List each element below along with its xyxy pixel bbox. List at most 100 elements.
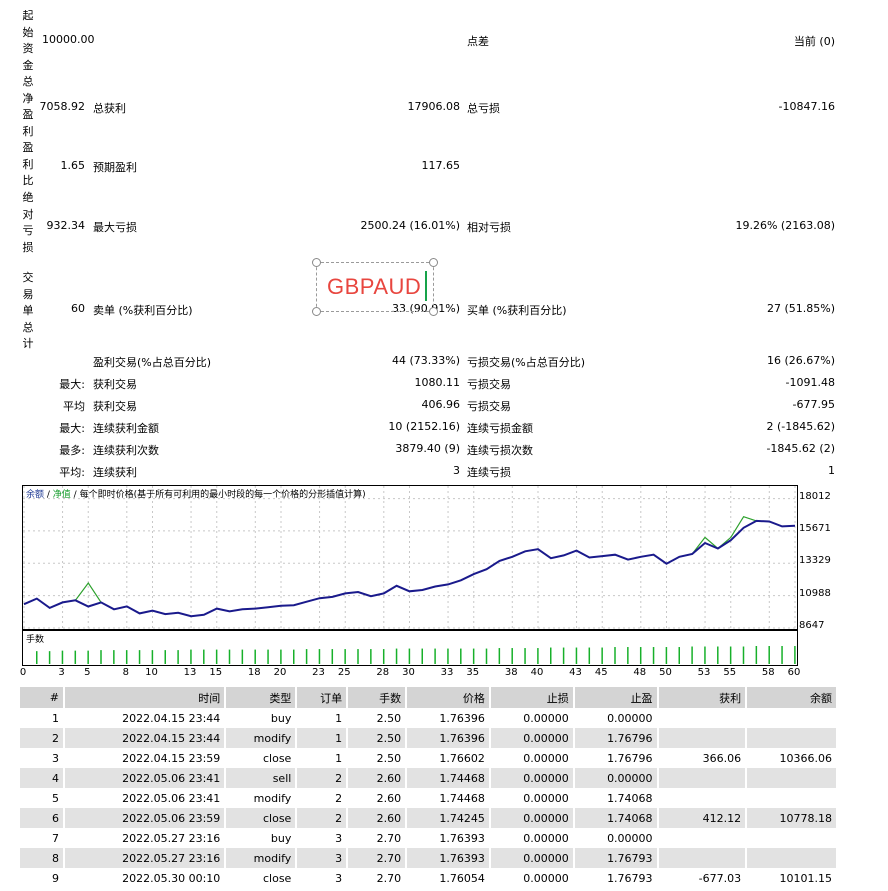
table-row[interactable]: 2 2022.04.15 23:44 modify 1 2.50 1.76396 0.000…	[20, 728, 838, 748]
annotation-text[interactable]: GBPAUD	[327, 274, 421, 300]
x-tick-label: 28	[376, 667, 390, 678]
x-tick-label: 48	[633, 667, 647, 678]
x-tick-label: 23	[312, 667, 325, 678]
profit-factor-label: 盈利比	[22, 141, 34, 187]
cell-order: 2	[296, 788, 349, 808]
cell-order: 2	[296, 808, 349, 828]
table-row[interactable]: 1 2022.04.15 23:44 buy 1 2.50 1.76396 0.00000 0…	[20, 708, 838, 728]
volume-bar	[729, 646, 732, 664]
resize-handle-top-right[interactable]	[429, 258, 438, 267]
x-tick-label: 55	[723, 667, 737, 678]
volume-bar	[305, 649, 308, 664]
resize-handle-top-left[interactable]	[312, 258, 321, 267]
table-row[interactable]: 8 2022.05.27 23:16 modify 3 2.70 1.76393 0.000…	[20, 848, 838, 868]
loss-trades-label: 亏损交易(%占总百分比)	[467, 356, 586, 369]
table-row[interactable]: 6 2022.05.06 23:59 close 2 2.60 1.74245 0.0000…	[20, 808, 838, 828]
start-capital-label: 起始资金	[22, 9, 34, 72]
volume-bar	[652, 647, 655, 664]
expected-payoff-label: 预期盈利	[93, 161, 137, 174]
volume-bar	[331, 649, 334, 664]
volume-bar	[125, 650, 128, 664]
cell-profit: 412.12	[657, 808, 748, 828]
volume-bar	[408, 648, 411, 664]
col-header-size[interactable]: 手数	[347, 687, 408, 708]
volume-bar	[665, 647, 668, 664]
x-tick-label: 50	[659, 667, 672, 678]
profit-factor-value: 1.65	[60, 159, 86, 172]
volume-bar	[48, 651, 51, 664]
col-header-profit[interactable]: 获利	[657, 687, 748, 708]
cell-take-profit: 1.76796	[573, 748, 659, 768]
x-tick-label: 0	[19, 667, 27, 678]
cell-type: close	[225, 808, 298, 828]
cell-order: 3	[296, 868, 349, 888]
volume-bar	[190, 649, 192, 664]
volume-bar	[614, 647, 616, 664]
volume-bar	[344, 649, 346, 664]
volume-bar	[151, 650, 154, 664]
volume-bar	[717, 646, 719, 664]
x-tick-label: 58	[761, 667, 775, 678]
volume-bar	[472, 648, 475, 664]
cell-balance	[746, 788, 838, 808]
cell-time: 2022.05.27 23:16	[63, 828, 227, 848]
cell-price: 1.76602	[406, 748, 491, 768]
spread-label: 点差	[467, 35, 489, 48]
cell-size: 2.70	[347, 828, 408, 848]
volume-bar	[627, 647, 629, 664]
most-consecutive-wins-label: 连续获利次数	[93, 444, 159, 457]
cell-number: 6	[20, 808, 65, 828]
max-consecutive-losses-value: 2 (-1845.62)	[766, 420, 835, 433]
volume-bar	[74, 650, 77, 664]
cell-price: 1.76393	[406, 848, 491, 868]
gross-profit-label: 总获利	[93, 102, 126, 115]
volume-bar	[61, 650, 64, 664]
cell-size: 2.50	[347, 708, 408, 728]
col-header-stop-loss[interactable]: 止损	[489, 687, 575, 708]
cell-order: 3	[296, 828, 349, 848]
cell-stop-loss: 0.00000	[489, 728, 575, 748]
legend-separator: /	[70, 490, 80, 500]
y-tick-label: 18012	[799, 490, 831, 502]
text-cursor	[425, 271, 427, 301]
text-annotation-box[interactable]: GBPAUD	[312, 258, 438, 316]
col-header-time[interactable]: 时间	[63, 687, 227, 708]
col-header-number[interactable]: #	[20, 687, 65, 708]
cell-number: 1	[20, 708, 65, 728]
table-header-row: # 时间 类型 订单 手数 价格 止损 止盈 获利 余额	[20, 687, 838, 708]
col-header-order[interactable]: 订单	[296, 687, 349, 708]
cell-price: 1.74468	[406, 788, 491, 808]
col-header-type[interactable]: 类型	[225, 687, 298, 708]
cell-profit	[657, 768, 748, 788]
spread-value: 当前 (0)	[793, 35, 835, 48]
table-row[interactable]: 7 2022.05.27 23:16 buy 3 2.70 1.76393 0.00000 0…	[20, 828, 838, 848]
volume-bar	[36, 651, 38, 664]
cell-balance	[746, 848, 838, 868]
largest-loss-trade-label: 亏损交易	[467, 378, 511, 391]
table-row[interactable]: 4 2022.05.06 23:41 sell 2 2.60 1.74468 0.00000…	[20, 768, 838, 788]
cell-number: 4	[20, 768, 65, 788]
cell-time: 2022.04.15 23:59	[63, 748, 227, 768]
resize-handle-bottom-left[interactable]	[312, 307, 321, 316]
x-tick-label: 20	[273, 667, 287, 678]
table-row[interactable]: 9 2022.05.30 00:10 close 3 2.70 1.76054 0.0000…	[20, 868, 838, 888]
cell-size: 2.60	[347, 788, 408, 808]
average-consecutive-wins-label: 连续获利	[93, 466, 137, 479]
maximum-prefix: 最大:	[59, 422, 85, 435]
col-header-price[interactable]: 价格	[406, 687, 491, 708]
resize-handle-bottom-right[interactable]	[429, 307, 438, 316]
most-consecutive-losses-value: -1845.62 (2)	[766, 442, 835, 455]
col-header-balance[interactable]: 余额	[746, 687, 838, 708]
volume-bar	[781, 646, 783, 664]
net-profit-value: 7058.92	[39, 100, 86, 113]
most-prefix: 最多:	[59, 444, 85, 457]
volume-bar	[447, 648, 449, 664]
total-trades-value: 60	[71, 302, 85, 315]
table-row[interactable]: 5 2022.05.06 23:41 modify 2 2.60 1.74468 0.000…	[20, 788, 838, 808]
x-tick-label: 5	[84, 667, 91, 678]
cell-take-profit: 1.76793	[573, 868, 659, 888]
cell-type: modify	[225, 848, 298, 868]
col-header-take-profit[interactable]: 止盈	[573, 687, 659, 708]
table-row[interactable]: 3 2022.04.15 23:59 close 1 2.50 1.76602 0.0000…	[20, 748, 838, 768]
cell-take-profit: 1.74068	[573, 788, 659, 808]
